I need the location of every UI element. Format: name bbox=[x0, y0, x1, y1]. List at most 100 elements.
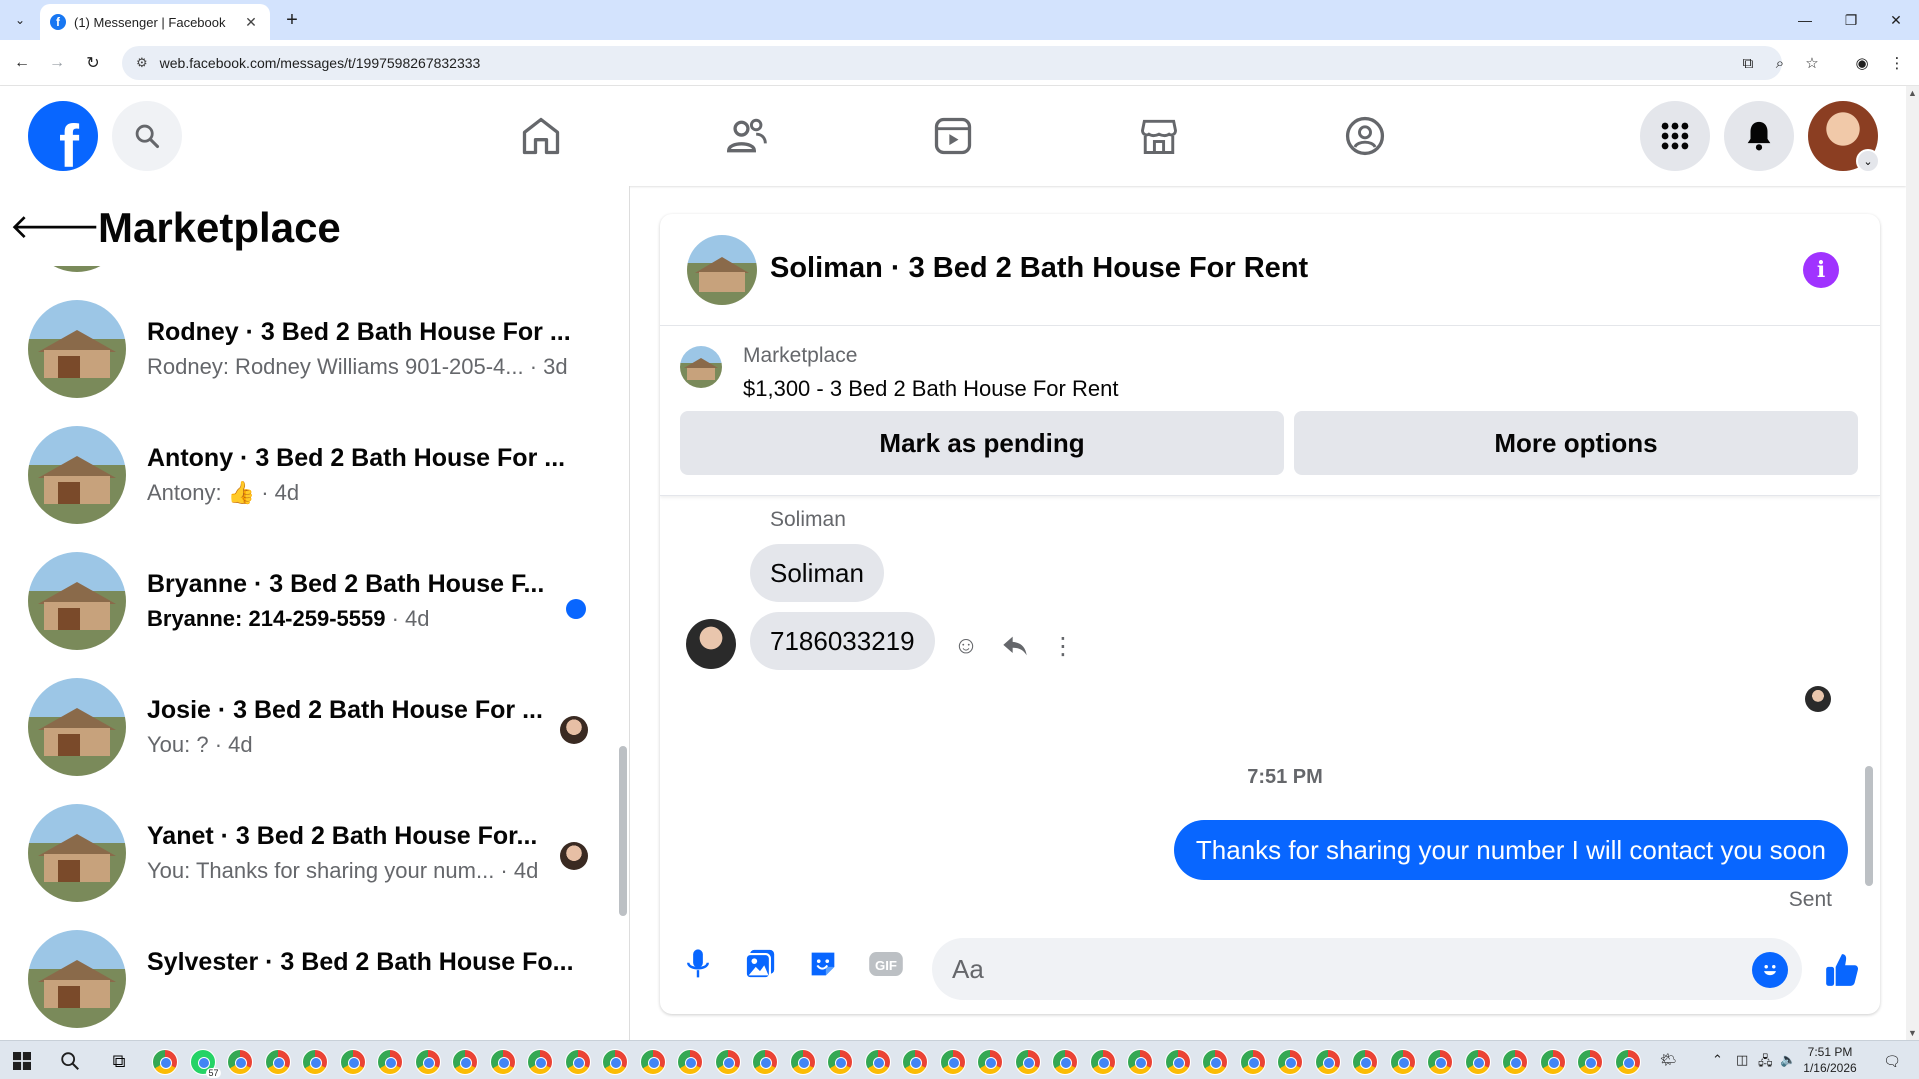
chrome-taskbar-icon[interactable] bbox=[1164, 1049, 1191, 1075]
chrome-taskbar-icon[interactable] bbox=[1314, 1049, 1341, 1075]
sender-avatar[interactable] bbox=[686, 619, 736, 669]
nav-home[interactable] bbox=[506, 106, 576, 166]
conversation-item[interactable]: Josie · 3 Bed 2 Bath House For ... You: ?… bbox=[0, 664, 600, 790]
forward-button[interactable]: → bbox=[45, 51, 69, 75]
left-scrollbar[interactable] bbox=[618, 266, 628, 1040]
mark-as-pending-button[interactable]: Mark as pending bbox=[680, 411, 1284, 475]
chrome-taskbar-icon[interactable] bbox=[527, 1049, 553, 1075]
more-options-button[interactable]: More options bbox=[1294, 411, 1858, 475]
chrome-taskbar-icon[interactable] bbox=[452, 1049, 478, 1075]
chrome-taskbar-icon[interactable] bbox=[677, 1049, 703, 1075]
menu-button[interactable] bbox=[1640, 101, 1710, 171]
chat-scrollbar[interactable] bbox=[1863, 496, 1875, 906]
chrome-taskbar-icon[interactable] bbox=[789, 1049, 816, 1075]
listing-small-thumbnail[interactable] bbox=[680, 346, 722, 388]
conversation-item[interactable]: Rodney · 3 Bed 2 Bath House For ... Rodne… bbox=[0, 286, 600, 412]
info-icon[interactable]: i bbox=[1803, 252, 1839, 288]
chrome-taskbar-icon[interactable] bbox=[827, 1049, 853, 1075]
bookmark-star-icon[interactable]: ☆ bbox=[1800, 51, 1824, 75]
windows-start-icon[interactable] bbox=[8, 1047, 36, 1075]
chat-title[interactable]: Soliman · 3 Bed 2 Bath House For Rent bbox=[770, 252, 1308, 285]
search-button[interactable] bbox=[112, 101, 182, 171]
back-button[interactable]: ← bbox=[10, 51, 34, 75]
address-bar[interactable]: ⚙ web.facebook.com/messages/t/1997598267… bbox=[122, 46, 1782, 80]
new-tab-button[interactable]: + bbox=[280, 8, 304, 32]
restore-button[interactable]: ❐ bbox=[1828, 0, 1874, 40]
listing-price-title[interactable]: $1,300 - 3 Bed 2 Bath House For Rent bbox=[743, 376, 1118, 402]
conversation-item[interactable]: Sylvester · 3 Bed 2 Bath House Fo... bbox=[0, 916, 600, 1040]
browser-tab-messenger[interactable]: f (1) Messenger | Facebook ✕ bbox=[40, 4, 270, 40]
back-arrow-icon[interactable]: 🡐 bbox=[9, 206, 100, 246]
tab-search-dropdown[interactable]: ⌄ bbox=[8, 8, 32, 32]
install-app-icon[interactable]: ⧉ bbox=[1736, 51, 1760, 75]
listing-thumbnail[interactable] bbox=[687, 235, 757, 305]
chrome-taskbar-icon[interactable] bbox=[1239, 1049, 1266, 1075]
close-window-button[interactable]: ✕ bbox=[1873, 0, 1919, 40]
conversation-item[interactable]: Bryanne · 3 Bed 2 Bath House F... Bryanne… bbox=[0, 538, 600, 664]
gif-button[interactable]: GIF bbox=[868, 946, 904, 982]
chrome-taskbar-icon[interactable] bbox=[152, 1049, 178, 1075]
message-input[interactable]: Aa bbox=[932, 938, 1802, 1000]
taskbar-search-icon[interactable] bbox=[56, 1047, 84, 1075]
chrome-taskbar-icon[interactable] bbox=[1502, 1049, 1528, 1075]
chat-scrollbar-thumb[interactable] bbox=[1865, 766, 1873, 886]
conversation-item[interactable]: Antony · 3 Bed 2 Bath House For ... Anton… bbox=[0, 412, 600, 538]
chrome-taskbar-icon[interactable] bbox=[414, 1049, 441, 1075]
notifications-button[interactable] bbox=[1724, 101, 1794, 171]
incoming-message[interactable]: 7186033219 bbox=[750, 612, 935, 670]
network-icon[interactable]: 🖧 bbox=[1758, 1052, 1773, 1074]
chrome-taskbar-icon[interactable] bbox=[939, 1049, 966, 1075]
chrome-taskbar-icon[interactable] bbox=[377, 1049, 403, 1075]
chrome-taskbar-icon[interactable] bbox=[602, 1049, 628, 1075]
react-emoji-icon[interactable]: ☺ bbox=[951, 631, 981, 661]
chrome-taskbar-icon[interactable] bbox=[564, 1049, 591, 1075]
chrome-taskbar-icon[interactable] bbox=[1464, 1049, 1491, 1075]
minimize-button[interactable]: — bbox=[1782, 0, 1828, 40]
browser-menu-icon[interactable]: ⋮ bbox=[1885, 51, 1909, 75]
chrome-taskbar-icon[interactable] bbox=[1014, 1049, 1041, 1075]
emoji-button[interactable] bbox=[1752, 952, 1788, 988]
chrome-taskbar-icon[interactable] bbox=[1352, 1049, 1378, 1075]
attach-media-button[interactable] bbox=[742, 946, 778, 982]
chrome-taskbar-icon[interactable] bbox=[1202, 1049, 1228, 1075]
camera-tray-icon[interactable]: ◫ bbox=[1736, 1052, 1748, 1068]
send-like-button[interactable] bbox=[1820, 950, 1864, 990]
chrome-taskbar-icon[interactable] bbox=[1089, 1049, 1116, 1075]
chrome-taskbar-icon[interactable] bbox=[1577, 1049, 1603, 1075]
chrome-taskbar-icon[interactable] bbox=[864, 1049, 891, 1075]
zoom-icon[interactable]: ⌕ bbox=[1768, 51, 1792, 75]
profile-icon[interactable]: ◉ bbox=[1850, 51, 1874, 75]
chrome-taskbar-icon[interactable] bbox=[339, 1049, 366, 1075]
chrome-taskbar-icon[interactable] bbox=[1539, 1049, 1566, 1075]
tray-overflow-icon[interactable]: ⌃ bbox=[1712, 1052, 1723, 1068]
facebook-logo-icon[interactable]: f bbox=[28, 101, 98, 171]
chrome-taskbar-icon[interactable] bbox=[639, 1049, 666, 1075]
whatsapp-taskbar-icon[interactable]: 57 bbox=[189, 1049, 221, 1078]
outgoing-message[interactable]: Thanks for sharing your number I will co… bbox=[1173, 820, 1848, 880]
chrome-taskbar-icon[interactable] bbox=[1052, 1049, 1078, 1075]
chrome-taskbar-icon[interactable] bbox=[1127, 1049, 1153, 1075]
chrome-taskbar-icon[interactable] bbox=[977, 1049, 1003, 1075]
nav-friends[interactable] bbox=[712, 106, 782, 166]
chrome-taskbar-icon[interactable] bbox=[264, 1049, 291, 1075]
chrome-taskbar-icon[interactable] bbox=[1277, 1049, 1303, 1075]
nav-marketplace[interactable] bbox=[1124, 106, 1194, 166]
reload-button[interactable]: ↻ bbox=[81, 51, 105, 75]
page-scrollbar[interactable]: ▲ ▼ bbox=[1906, 86, 1919, 1040]
reply-icon[interactable] bbox=[1000, 631, 1030, 661]
site-info-icon[interactable]: ⚙ bbox=[136, 55, 148, 71]
system-clock[interactable]: 7:51 PM 1/16/2026 bbox=[1790, 1044, 1870, 1076]
chrome-taskbar-icon[interactable] bbox=[752, 1049, 778, 1075]
notification-center-icon[interactable]: 🗨 bbox=[1880, 1049, 1904, 1073]
tab-close-icon[interactable]: ✕ bbox=[242, 14, 260, 31]
chrome-taskbar-icon[interactable] bbox=[1389, 1049, 1416, 1075]
incoming-message[interactable]: Soliman bbox=[750, 544, 884, 602]
sticker-button[interactable] bbox=[805, 946, 841, 982]
chrome-taskbar-icon[interactable] bbox=[227, 1049, 253, 1075]
chrome-taskbar-icon[interactable] bbox=[489, 1049, 516, 1075]
conversation-item[interactable]: Yanet · 3 Bed 2 Bath House For... You: Th… bbox=[0, 790, 600, 916]
nav-video[interactable] bbox=[918, 106, 988, 166]
chrome-taskbar-icon[interactable] bbox=[902, 1049, 928, 1075]
more-actions-icon[interactable]: ⋮ bbox=[1048, 631, 1078, 661]
chrome-taskbar-icon[interactable] bbox=[1614, 1049, 1641, 1075]
